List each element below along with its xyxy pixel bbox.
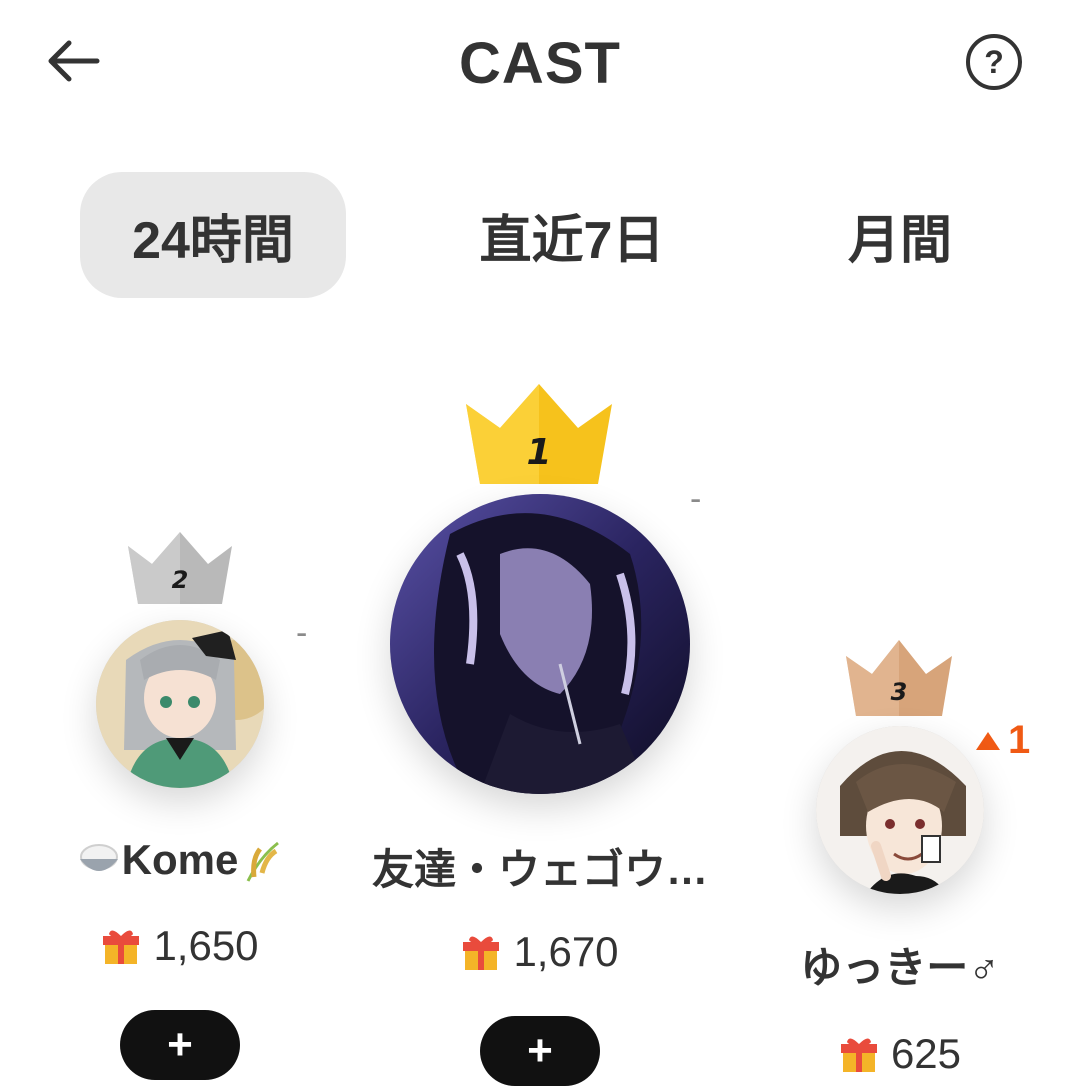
rank-change: -	[690, 480, 702, 518]
rank-number: 2	[172, 566, 189, 594]
gift-icon	[463, 936, 500, 970]
gift-count-rank-1: 1,670	[440, 926, 640, 978]
gift-count-value: 1,650	[153, 922, 259, 969]
follow-button-rank-2[interactable]: +	[120, 1010, 240, 1080]
question-circle-icon: ?	[984, 43, 1004, 80]
gift-count-value: 1,670	[513, 928, 619, 975]
header: CAST ?	[0, 0, 1080, 120]
gift-icon	[103, 930, 140, 964]
rank-change: -	[296, 614, 308, 652]
rank-number: 1	[526, 432, 551, 473]
tab-last-7-days[interactable]: 直近7日	[440, 172, 704, 298]
cast-name-rank-3: ゆっきー♂	[800, 943, 1000, 991]
follow-button-rank-1[interactable]: +	[480, 1016, 600, 1086]
tab-monthly[interactable]: 月間	[800, 172, 1000, 298]
rank-change-up: 1	[976, 718, 1030, 763]
page-title: CAST	[459, 31, 621, 96]
rank-number: 3	[891, 678, 908, 706]
tab-24-hours[interactable]: 24時間	[80, 172, 346, 298]
cast-name-text: Kome	[121, 836, 239, 883]
gift-count-rank-2: 1,650	[80, 920, 280, 972]
avatar-rank-1[interactable]	[390, 494, 690, 794]
rice-plant-icon	[247, 841, 280, 882]
triangle-up-icon	[976, 731, 1000, 750]
avatar-rank-2[interactable]	[96, 620, 264, 788]
crown-bronze-icon: 3	[846, 640, 952, 718]
rank-change-value: 1	[1008, 718, 1031, 762]
gift-icon	[840, 1038, 877, 1072]
gift-count-value: 625	[890, 1030, 962, 1077]
cast-name-rank-2: Kome	[40, 830, 320, 890]
crown-gold-icon: 1	[466, 384, 612, 486]
gift-count-rank-3: 625	[800, 1028, 1000, 1080]
rice-bowl-icon	[79, 844, 118, 871]
cast-name-rank-1: 友達・ウェゴウ…	[371, 845, 708, 893]
crown-silver-icon: 2	[128, 532, 232, 606]
avatar-rank-3[interactable]	[816, 726, 984, 894]
help-button[interactable]: ?	[966, 34, 1022, 90]
